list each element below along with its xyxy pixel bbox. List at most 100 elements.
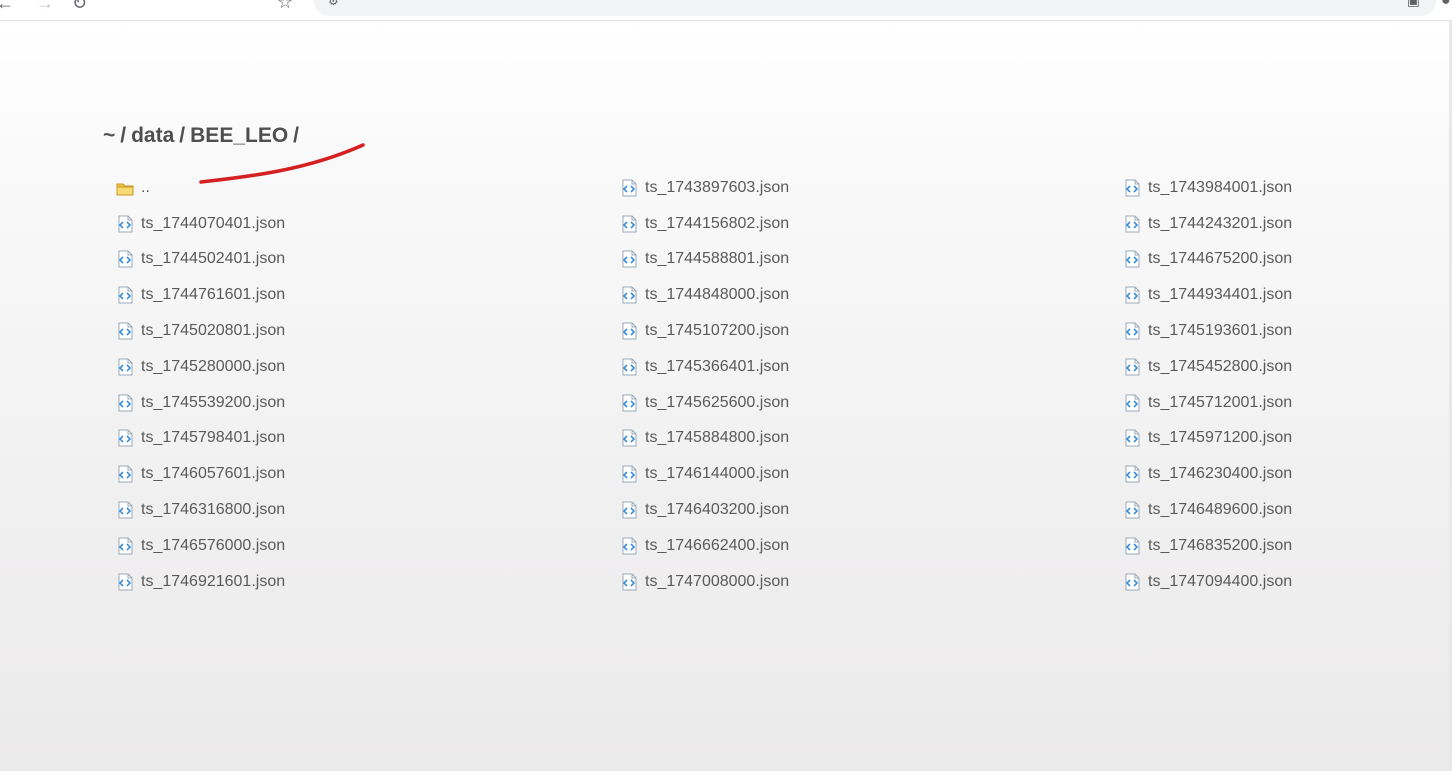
json-file-icon bbox=[115, 285, 135, 305]
file-link[interactable]: ts_1744934401.json bbox=[1122, 277, 1422, 313]
entry-label: ts_1746057601.json bbox=[141, 465, 286, 483]
json-file-icon bbox=[619, 321, 639, 341]
breadcrumb-separator: / bbox=[120, 124, 127, 147]
reload-icon[interactable]: ↻ bbox=[72, 0, 87, 12]
site-info-icon[interactable]: ⚙ bbox=[328, 0, 339, 8]
file-link[interactable]: ts_1745625600.json bbox=[619, 385, 1122, 421]
json-file-icon bbox=[115, 536, 135, 556]
file-link[interactable]: ts_1744502401.json bbox=[115, 242, 619, 278]
json-file-icon bbox=[619, 285, 639, 305]
file-link[interactable]: ts_1744243201.json bbox=[1122, 206, 1422, 242]
json-file-icon bbox=[115, 393, 135, 413]
entry-label: ts_1746316800.json bbox=[141, 501, 286, 519]
file-link[interactable]: ts_1745107200.json bbox=[619, 313, 1122, 349]
file-link[interactable]: ts_1745280000.json bbox=[115, 349, 619, 385]
breadcrumb-data[interactable]: data bbox=[131, 124, 174, 147]
file-link[interactable]: ts_1745971200.json bbox=[1122, 421, 1422, 457]
file-link[interactable]: ts_1745020801.json bbox=[115, 313, 619, 349]
file-link[interactable]: ts_1747094400.json bbox=[1122, 564, 1422, 600]
entry-label: ts_1745884800.json bbox=[645, 429, 790, 447]
entry-label: ts_1744934401.json bbox=[1148, 286, 1293, 304]
entry-label: ts_1745452800.json bbox=[1148, 357, 1293, 375]
file-link[interactable]: ts_1743984001.json bbox=[1122, 170, 1422, 206]
json-file-icon bbox=[619, 178, 639, 198]
json-file-icon bbox=[115, 249, 135, 269]
file-link[interactable]: ts_1744156802.json bbox=[619, 206, 1122, 242]
entry-label: ts_1746403200.json bbox=[645, 501, 790, 519]
json-file-icon bbox=[1122, 500, 1142, 520]
profile-icon[interactable]: ● bbox=[1441, 0, 1451, 10]
entry-label: ts_1744761601.json bbox=[141, 286, 286, 304]
json-file-icon bbox=[619, 572, 639, 592]
entry-label: ts_1746230400.json bbox=[1148, 465, 1293, 483]
file-link[interactable]: ts_1746921601.json bbox=[115, 564, 619, 600]
file-link[interactable]: ts_1746403200.json bbox=[619, 492, 1122, 528]
bookmark-icon[interactable]: ☆ bbox=[277, 0, 293, 11]
entry-label: ts_1745971200.json bbox=[1148, 429, 1293, 447]
entry-label: ts_1744502401.json bbox=[141, 250, 286, 268]
file-link[interactable]: ts_1745452800.json bbox=[1122, 349, 1422, 385]
share-icon[interactable]: ▣ bbox=[1407, 0, 1420, 9]
forward-arrow-icon[interactable]: → bbox=[36, 0, 54, 12]
json-file-icon bbox=[1122, 464, 1142, 484]
json-file-icon bbox=[619, 214, 639, 234]
file-link[interactable]: ts_1745798401.json bbox=[115, 421, 619, 457]
file-link[interactable]: ts_1744761601.json bbox=[115, 277, 619, 313]
json-file-icon bbox=[619, 536, 639, 556]
json-file-icon bbox=[619, 393, 639, 413]
file-link[interactable]: ts_1746835200.json bbox=[1122, 528, 1422, 564]
file-link[interactable]: ts_1744675200.json bbox=[1122, 242, 1422, 278]
json-file-icon bbox=[619, 249, 639, 269]
json-file-icon bbox=[1122, 249, 1142, 269]
json-file-icon bbox=[115, 572, 135, 592]
entry-label: ts_1744848000.json bbox=[645, 286, 790, 304]
json-file-icon bbox=[1122, 357, 1142, 377]
file-link[interactable]: ts_1746662400.json bbox=[619, 528, 1122, 564]
parent-directory-link[interactable]: .. bbox=[115, 170, 619, 206]
file-link[interactable]: ts_1745712001.json bbox=[1122, 385, 1422, 421]
file-link[interactable]: ts_1743897603.json bbox=[619, 170, 1122, 206]
json-file-icon bbox=[1122, 393, 1142, 413]
json-file-icon bbox=[1122, 536, 1142, 556]
json-file-icon bbox=[115, 428, 135, 448]
file-link[interactable]: ts_1745884800.json bbox=[619, 421, 1122, 457]
json-file-icon bbox=[619, 500, 639, 520]
entry-label: ts_1743897603.json bbox=[645, 178, 790, 196]
file-link[interactable]: ts_1746316800.json bbox=[115, 492, 619, 528]
json-file-icon bbox=[619, 464, 639, 484]
file-link[interactable]: ts_1745539200.json bbox=[115, 385, 619, 421]
entry-label: ts_1746144000.json bbox=[645, 465, 790, 483]
file-link[interactable]: ts_1746144000.json bbox=[619, 456, 1122, 492]
browser-toolbar: ← → ↻ ☆ ⚙ ▣ ● bbox=[0, 0, 1452, 21]
json-file-icon bbox=[115, 214, 135, 234]
file-link[interactable]: ts_1747008000.json bbox=[619, 564, 1122, 600]
file-link[interactable]: ts_1744070401.json bbox=[115, 206, 619, 242]
file-link[interactable]: ts_1746057601.json bbox=[115, 456, 619, 492]
json-file-icon bbox=[619, 357, 639, 377]
entry-label: ts_1745712001.json bbox=[1148, 393, 1293, 411]
address-bar[interactable]: ⚙ ▣ bbox=[314, 0, 1436, 16]
entry-label: .. bbox=[141, 178, 150, 196]
file-link[interactable]: ts_1745193601.json bbox=[1122, 313, 1422, 349]
breadcrumb-home[interactable]: ~ bbox=[103, 124, 115, 147]
back-arrow-icon[interactable]: ← bbox=[0, 0, 14, 12]
entry-label: ts_1745020801.json bbox=[141, 322, 286, 340]
file-link[interactable]: ts_1746489600.json bbox=[1122, 492, 1422, 528]
entry-label: ts_1744156802.json bbox=[645, 214, 790, 232]
entry-label: ts_1744675200.json bbox=[1148, 250, 1293, 268]
json-file-icon bbox=[1122, 285, 1142, 305]
entry-label: ts_1746576000.json bbox=[141, 536, 286, 554]
entry-label: ts_1746835200.json bbox=[1148, 536, 1293, 554]
file-link[interactable]: ts_1744848000.json bbox=[619, 277, 1122, 313]
breadcrumb-separator: / bbox=[179, 124, 186, 147]
folder-icon bbox=[115, 178, 135, 198]
json-file-icon bbox=[1122, 321, 1142, 341]
json-file-icon bbox=[619, 428, 639, 448]
file-link[interactable]: ts_1746230400.json bbox=[1122, 456, 1422, 492]
file-link[interactable]: ts_1746576000.json bbox=[115, 528, 619, 564]
file-link[interactable]: ts_1744588801.json bbox=[619, 242, 1122, 278]
entry-label: ts_1745539200.json bbox=[141, 393, 286, 411]
entry-label: ts_1746921601.json bbox=[141, 572, 286, 590]
entry-label: ts_1747094400.json bbox=[1148, 572, 1293, 590]
file-link[interactable]: ts_1745366401.json bbox=[619, 349, 1122, 385]
